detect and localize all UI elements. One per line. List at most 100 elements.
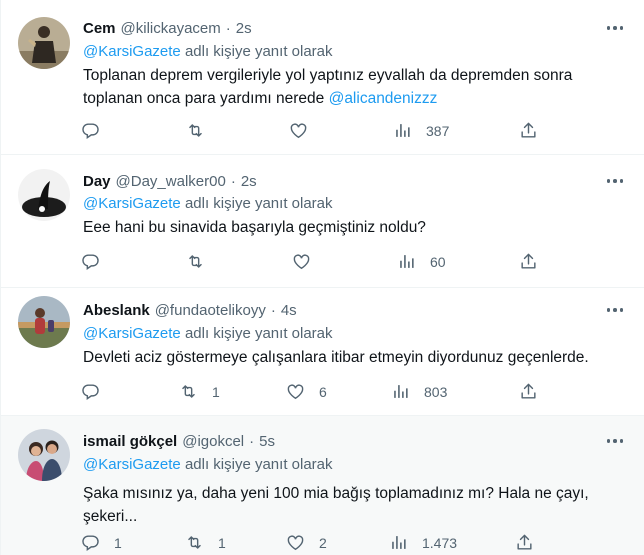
- tweet-text-body: Eee hani bu sinavida başarıyla geçmiştin…: [83, 219, 426, 236]
- tweet-cem[interactable]: Cem @kilickayacem · 2s @KarsiGazete adlı…: [1, 0, 644, 155]
- reply-button[interactable]: [81, 252, 114, 271]
- tweet-text: Toplanan deprem vergileriyle yol yaptını…: [83, 64, 623, 110]
- author-name[interactable]: Cem: [83, 20, 116, 37]
- reply-count: 1: [114, 534, 122, 551]
- views-button[interactable]: 1.473: [389, 533, 457, 552]
- author-handle[interactable]: @fundaotelikoyy: [155, 302, 266, 319]
- share-icon: [517, 534, 532, 550]
- reply-to-label: adlı kişiye yanıt olarak: [184, 43, 333, 60]
- views-icon: [394, 385, 408, 398]
- retweet-icon: [188, 536, 201, 549]
- tweet-day[interactable]: Day @Day_walker00 · 2s @KarsiGazete adlı…: [1, 155, 644, 288]
- avatar[interactable]: [18, 169, 70, 221]
- retweet-icon: [189, 124, 202, 137]
- views-button[interactable]: 387: [393, 121, 449, 140]
- retweet-count: 1: [218, 534, 226, 551]
- tweet-header: Day @Day_walker00 · 2s: [83, 173, 257, 190]
- timestamp[interactable]: 2s: [241, 173, 257, 190]
- action-bar: 60: [81, 252, 551, 274]
- share-button[interactable]: [519, 382, 538, 401]
- action-bar: 387: [81, 121, 551, 143]
- reply-icon: [82, 254, 99, 270]
- retweet-count: 1: [212, 383, 220, 400]
- like-button[interactable]: 6: [286, 382, 327, 401]
- more-icon[interactable]: [603, 301, 627, 319]
- tweet-text-body: Şaka mısınız ya, daha yeni 100 mia bağış…: [83, 485, 589, 525]
- avatar[interactable]: [18, 296, 70, 348]
- reply-feed: Cem @kilickayacem · 2s @KarsiGazete adlı…: [0, 0, 644, 555]
- replying-to: @KarsiGazete adlı kişiye yanıt olarak: [83, 456, 333, 473]
- timestamp[interactable]: 4s: [281, 302, 297, 319]
- tweet-header: Abeslank @fundaotelikoyy · 4s: [83, 302, 297, 319]
- author-handle[interactable]: @igokcel: [182, 433, 244, 450]
- replying-to: @KarsiGazete adlı kişiye yanıt olarak: [83, 43, 333, 60]
- more-icon[interactable]: [603, 19, 627, 37]
- replying-to: @KarsiGazete adlı kişiye yanıt olarak: [83, 325, 333, 342]
- like-button[interactable]: 2: [286, 533, 327, 552]
- separator-dot: ·: [249, 433, 255, 450]
- timestamp[interactable]: 5s: [259, 433, 275, 450]
- views-count: 387: [426, 122, 450, 139]
- retweet-icon: [182, 385, 195, 398]
- share-icon: [521, 122, 536, 138]
- replying-to: @KarsiGazete adlı kişiye yanıt olarak: [83, 195, 333, 212]
- heart-icon: [287, 535, 304, 551]
- tweet-header: Cem @kilickayacem · 2s: [83, 20, 252, 37]
- tweet-text: Devleti aciz göstermeye çalışanlara itib…: [83, 346, 623, 369]
- reply-to-mention[interactable]: @KarsiGazete: [83, 195, 181, 212]
- retweet-button[interactable]: [186, 252, 219, 271]
- tweet-igokcel[interactable]: ismail gökçel @igokcel · 5s @KarsiGazete…: [1, 416, 644, 555]
- heart-icon: [293, 254, 310, 270]
- views-icon: [392, 536, 406, 549]
- author-name[interactable]: Day: [83, 173, 111, 190]
- reply-to-label: adlı kişiye yanıt olarak: [184, 195, 333, 212]
- avatar[interactable]: [18, 17, 70, 69]
- share-button[interactable]: [519, 121, 538, 140]
- retweet-icon: [189, 255, 202, 268]
- like-count: 6: [319, 383, 327, 400]
- reply-to-label: adlı kişiye yanıt olarak: [184, 456, 333, 473]
- separator-dot: ·: [230, 173, 236, 190]
- views-button[interactable]: 60: [397, 252, 446, 271]
- reply-to-mention[interactable]: @KarsiGazete: [83, 43, 181, 60]
- action-bar: 1 6 803: [81, 382, 551, 404]
- share-button[interactable]: [519, 252, 538, 271]
- author-name[interactable]: Abeslank: [83, 302, 150, 319]
- author-name[interactable]: ismail gökçel: [83, 433, 177, 450]
- views-button[interactable]: 803: [391, 382, 447, 401]
- reply-icon: [82, 123, 99, 139]
- like-button[interactable]: [289, 121, 322, 140]
- retweet-button[interactable]: 1: [185, 533, 226, 552]
- share-icon: [521, 383, 536, 399]
- author-handle[interactable]: @Day_walker00: [116, 173, 226, 190]
- separator-dot: ·: [225, 20, 231, 37]
- views-count: 803: [424, 383, 448, 400]
- timestamp[interactable]: 2s: [236, 20, 252, 37]
- views-icon: [400, 255, 414, 268]
- tweet-text-body: Devleti aciz göstermeye çalışanlara itib…: [83, 349, 589, 366]
- reply-icon: [82, 384, 99, 400]
- retweet-button[interactable]: [186, 121, 219, 140]
- like-button[interactable]: [292, 252, 325, 271]
- author-handle[interactable]: @kilickayacem: [121, 20, 221, 37]
- heart-icon: [290, 123, 307, 139]
- reply-to-mention[interactable]: @KarsiGazete: [83, 325, 181, 342]
- action-bar: 1 1 2 1.473: [81, 533, 551, 555]
- tweet-text: Eee hani bu sinavida başarıyla geçmiştin…: [83, 216, 623, 239]
- reply-button[interactable]: [81, 382, 114, 401]
- reply-to-mention[interactable]: @KarsiGazete: [83, 456, 181, 473]
- views-count: 60: [430, 253, 446, 270]
- tweet-text: Şaka mısınız ya, daha yeni 100 mia bağış…: [83, 482, 623, 528]
- tweet-header: ismail gökçel @igokcel · 5s: [83, 433, 275, 450]
- reply-button[interactable]: [81, 121, 114, 140]
- tweet-abeslank[interactable]: Abeslank @fundaotelikoyy · 4s @KarsiGaze…: [1, 288, 644, 416]
- more-icon[interactable]: [603, 432, 627, 450]
- avatar[interactable]: [18, 429, 70, 481]
- reply-button[interactable]: 1: [81, 533, 122, 552]
- like-count: 2: [319, 534, 327, 551]
- tweet-text-mention[interactable]: @alicandenizzz: [329, 90, 438, 107]
- reply-icon: [82, 535, 99, 551]
- share-button[interactable]: [515, 533, 534, 552]
- retweet-button[interactable]: 1: [179, 382, 220, 401]
- more-icon[interactable]: [603, 172, 627, 190]
